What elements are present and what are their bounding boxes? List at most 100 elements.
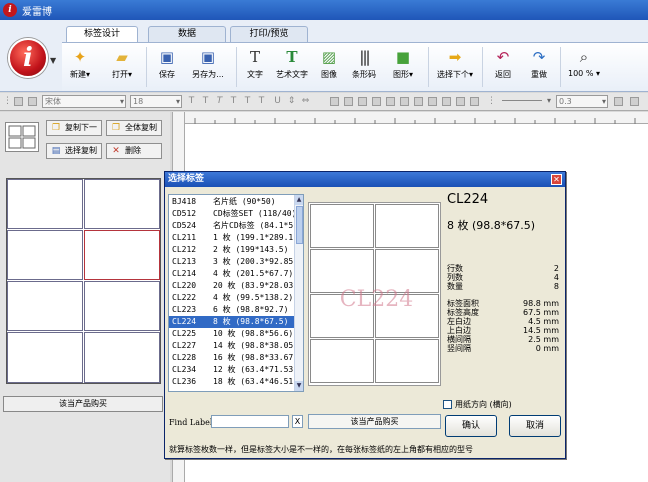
line-width-select[interactable]: 0.3 xyxy=(556,95,608,108)
open-button[interactable]: ▰ 打开▾ xyxy=(106,46,138,90)
text-effect-icon[interactable]: T xyxy=(242,95,253,108)
paper-orientation-checkbox[interactable]: 用纸方向 (横向) xyxy=(443,399,512,410)
label-cell[interactable] xyxy=(84,179,160,229)
separator xyxy=(560,47,561,87)
delete-button[interactable]: ✕ 删除 xyxy=(106,143,162,159)
dialog-hint-text: 就算标签枚数一样，但是标签大小是不一样的，在每张标签纸的左上角都有相应的型号 xyxy=(169,445,473,454)
label-list-item[interactable]: CL214 4 枚 (201.5*67.7) xyxy=(169,268,295,280)
layout-grid-icon[interactable] xyxy=(5,122,39,152)
label-code: CL236 xyxy=(172,377,197,386)
undo-button[interactable]: ↶ 返回 xyxy=(488,46,518,90)
align-bottom-icon[interactable] xyxy=(400,97,409,106)
flip-icon[interactable] xyxy=(428,97,437,106)
new-button[interactable]: ✦ 新建▾ xyxy=(64,46,96,90)
label-list-item[interactable]: CL225 10 枚 (98.8*56.6) xyxy=(169,328,295,340)
select-copy-button[interactable]: ▤ 选择复制 xyxy=(46,143,102,159)
label-list-item[interactable]: CL222 4 枚 (99.5*138.2) xyxy=(169,292,295,304)
chevron-down-icon[interactable]: ▼ xyxy=(50,56,56,65)
copy-all-button[interactable]: ❐ 全体复制 xyxy=(106,120,162,136)
tab-print-preview[interactable]: 打印/预览 xyxy=(230,26,308,42)
art-text-button[interactable]: T 艺术文字 xyxy=(272,46,312,90)
label-cell[interactable] xyxy=(7,332,83,383)
align-left-icon[interactable] xyxy=(330,97,339,106)
underline-icon[interactable]: U xyxy=(272,95,283,108)
ribbon-body: ✦ 新建▾ ▰ 打开▾ ▣ 保存 ▣ 另存为... T 文字 T 艺术文字 ▨ … xyxy=(62,42,648,91)
line-style-select[interactable] xyxy=(500,95,552,108)
left-panel: ❐ 复制下一 ❐ 全体复制 ▤ 选择复制 ✕ 删除 该当产品购买 xyxy=(0,112,170,482)
label-list-item[interactable]: CL227 14 枚 (98.8*38.05) xyxy=(169,340,298,352)
label-code: CL220 xyxy=(172,281,197,290)
label-cell[interactable] xyxy=(7,230,83,280)
buy-product-button[interactable]: 该当产品购买 xyxy=(3,396,163,412)
text-spacing-icon[interactable]: ⇕ xyxy=(286,95,297,108)
checkbox-box[interactable] xyxy=(443,400,452,409)
text-outline-icon[interactable]: T xyxy=(256,95,267,108)
align-middle-icon[interactable] xyxy=(386,97,395,106)
scroll-down-icon[interactable]: ▼ xyxy=(295,381,303,391)
save-as-button[interactable]: ▣ 另存为... xyxy=(186,46,230,90)
select-next-button[interactable]: ➡ 选择下个▾ xyxy=(432,46,478,90)
app-logo-button[interactable]: i xyxy=(8,38,48,78)
list-scrollbar[interactable]: ▲ ▼ xyxy=(294,195,303,391)
text-format-icon[interactable]: T xyxy=(200,95,211,108)
text-size-icon[interactable]: T xyxy=(186,95,197,108)
label-list-item[interactable]: CL212 2 枚 (199*143.5) xyxy=(169,244,295,256)
close-icon[interactable]: ✕ xyxy=(551,174,562,185)
ok-button[interactable]: 确认 xyxy=(445,415,497,437)
label-cell[interactable] xyxy=(7,179,83,229)
clear-search-button[interactable]: X xyxy=(292,415,303,428)
label-cell[interactable] xyxy=(84,281,160,331)
text-style-icon[interactable]: T xyxy=(228,95,239,108)
color-icon[interactable] xyxy=(442,97,451,106)
label-list-item[interactable]: CL220 20 枚 (83.9*28.03) xyxy=(169,280,298,292)
label-list-item[interactable]: CL228 16 枚 (98.8*33.67) xyxy=(169,352,298,364)
tab-label-design[interactable]: 标签设计 xyxy=(66,26,138,43)
format-toolbar: ⋮ 宋体 18 T T T T T T U ⇕ ⇔ ⋮ 0.3 xyxy=(0,93,648,111)
border-icon[interactable] xyxy=(614,97,623,106)
label-code: CL228 xyxy=(172,353,197,362)
label-description: 6 枚 (98.8*92.7) xyxy=(213,305,289,314)
find-label-input[interactable] xyxy=(211,415,289,428)
label-list-item-selected[interactable]: CL224 8 枚 (98.8*67.5) xyxy=(169,316,295,328)
font-size-select[interactable]: 18 xyxy=(130,95,182,108)
redo-button[interactable]: ↷ 重做 xyxy=(524,46,554,90)
tab-data[interactable]: 数据 xyxy=(148,26,226,42)
text-button[interactable]: T 文字 xyxy=(240,46,270,90)
copy-next-button[interactable]: ❐ 复制下一 xyxy=(46,120,102,136)
lock-icon[interactable] xyxy=(14,97,23,106)
label-list-item[interactable]: CL223 6 枚 (98.8*92.7) xyxy=(169,304,295,316)
zoom-button[interactable]: ⌕ 100 % ▾ xyxy=(564,46,604,90)
label-cell-selected[interactable] xyxy=(84,230,160,280)
dialog-buy-product-button[interactable]: 该当产品购买 xyxy=(308,414,441,429)
shape-style-icon[interactable] xyxy=(470,97,479,106)
label-cell[interactable] xyxy=(7,281,83,331)
image-button[interactable]: ▨ 图像 xyxy=(314,46,344,90)
font-family-select[interactable]: 宋体 xyxy=(42,95,126,108)
rotate-icon[interactable] xyxy=(414,97,423,106)
more-icon[interactable] xyxy=(630,97,639,106)
label-list-item[interactable]: CD512 CD标签SET (118/40) xyxy=(169,208,296,220)
align-center-icon[interactable] xyxy=(344,97,353,106)
label-cell[interactable] xyxy=(84,332,160,383)
label-list[interactable]: BJ418 名片纸 (90*50) CD512 CD标签SET (118/40) CD5… xyxy=(168,194,304,392)
label-list-item[interactable]: CL236 18 枚 (63.4*46.51) xyxy=(169,376,298,388)
align-top-icon[interactable] xyxy=(372,97,381,106)
save-button[interactable]: ▣ 保存 xyxy=(152,46,182,90)
label-layout-preview xyxy=(6,178,161,384)
label-list-item[interactable]: CD524 名片CD标签 (84.1*5 xyxy=(169,220,295,232)
text-direction-icon[interactable]: ⇔ xyxy=(300,95,311,108)
label-code: CD524 xyxy=(172,221,197,230)
scroll-thumb[interactable] xyxy=(296,206,303,244)
shape-button[interactable]: ■ 图形▾ xyxy=(386,46,420,90)
align-right-icon[interactable] xyxy=(358,97,367,106)
fill-icon[interactable] xyxy=(456,97,465,106)
barcode-button[interactable]: ||| 条形码 xyxy=(346,46,382,90)
label-list-item[interactable]: BJ418 名片纸 (90*50) xyxy=(169,196,295,208)
label-list-item[interactable]: CL234 12 枚 (63.4*71.53) xyxy=(169,364,298,376)
label-list-item[interactable]: CL213 3 枚 (200.3*92.85) xyxy=(169,256,298,268)
scroll-up-icon[interactable]: ▲ xyxy=(295,195,303,205)
label-list-item[interactable]: CL211 1 枚 (199.1*289.1) xyxy=(169,232,298,244)
cancel-button[interactable]: 取消 xyxy=(509,415,561,437)
italic-icon[interactable]: T xyxy=(214,95,225,108)
unlock-icon[interactable] xyxy=(28,97,37,106)
